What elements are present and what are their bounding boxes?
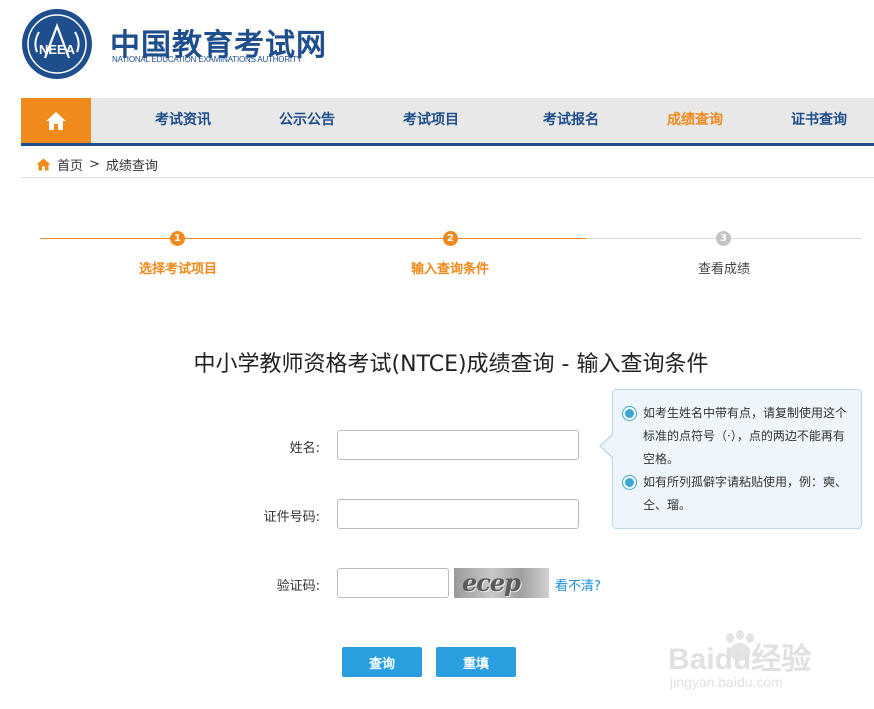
tip-arrow-inner [601,434,614,458]
nav-item-certificate-query[interactable]: 证书查询 [791,98,847,143]
form-title: 中小学教师资格考试(NTCE)成绩查询 - 输入查询条件 [193,352,709,377]
site-subtitle: NATIONAL EDUCATION EXAMINATIONS AUTHORIT… [112,55,302,64]
breadcrumb: 首页 > 成绩查询 [21,152,874,178]
home-icon [46,111,66,130]
reset-button[interactable]: 重填 [436,647,516,677]
nav-item-registration[interactable]: 考试报名 [543,98,599,143]
baidu-watermark: Baidu经验 jingyan.baidu.com [668,630,868,700]
step-1-marker: 1 [170,231,185,246]
step-3-marker: 3 [716,231,731,246]
watermark-url: jingyan.baidu.com [670,674,783,690]
breadcrumb-home-link[interactable]: 首页 [57,155,83,174]
tip-text: 如考生姓名中带有点，请复制使用这个标准的点符号（·），点的两边不能再有空格。 [643,406,848,466]
step-1-label: 选择考试项目 [138,262,218,277]
step-2-marker: 2 [443,231,458,246]
tip-bullet-icon [623,476,636,489]
input-tip-panel: 如考生姓名中带有点，请复制使用这个标准的点符号（·），点的两边不能再有空格。 如… [612,389,862,529]
step-3-label: 查看成绩 [697,262,751,277]
captcha-refresh-link[interactable]: 看不清? [555,575,601,594]
breadcrumb-separator: > [89,157,100,172]
captcha-label: 验证码: [276,579,320,594]
step-line-done [40,238,586,239]
tip-item-dot-symbol: 如考生姓名中带有点，请复制使用这个标准的点符号（·），点的两边不能再有空格。 [623,402,851,471]
id-number-input[interactable] [337,499,579,529]
tip-bullet-icon [623,407,636,420]
name-label: 姓名: [289,441,320,456]
captcha-image-text: ecep [462,568,521,597]
nav-item-announcements[interactable]: 公示公告 [279,98,335,143]
id-number-label: 证件号码: [263,510,320,525]
tip-text: 如有所列孤僻字请粘贴使用，例：奭、仝、瑠。 [643,475,848,512]
query-button[interactable]: 查询 [342,647,422,677]
watermark-brand: Baidu经验 [668,643,812,676]
captcha-image[interactable]: ecep [454,568,549,598]
seal-text: NEEA [39,42,76,57]
nav-item-score-query[interactable]: 成绩查询 [667,98,723,143]
site-header: NEEA 中国教育考试网 NATIONAL EDUCATION EXAMINAT… [0,0,874,98]
breadcrumb-current: 成绩查询 [105,159,158,174]
neea-seal-logo[interactable]: NEEA [21,8,93,80]
tip-item-rare-characters: 如有所列孤僻字请粘贴使用，例：奭、仝、瑠。 [623,471,851,517]
main-nav: 考试资讯 公示公告 考试项目 考试报名 成绩查询 证书查询 [21,98,874,146]
progress-steps: 1 2 3 选择考试项目 输入查询条件 查看成绩 [40,228,862,288]
breadcrumb-home-icon [36,158,51,171]
nav-item-news[interactable]: 考试资讯 [155,98,211,143]
captcha-input[interactable] [337,568,449,598]
nav-item-exams[interactable]: 考试项目 [403,98,459,143]
step-2-label: 输入查询条件 [410,262,490,277]
name-input[interactable] [337,430,579,460]
nav-home-button[interactable] [21,98,91,143]
